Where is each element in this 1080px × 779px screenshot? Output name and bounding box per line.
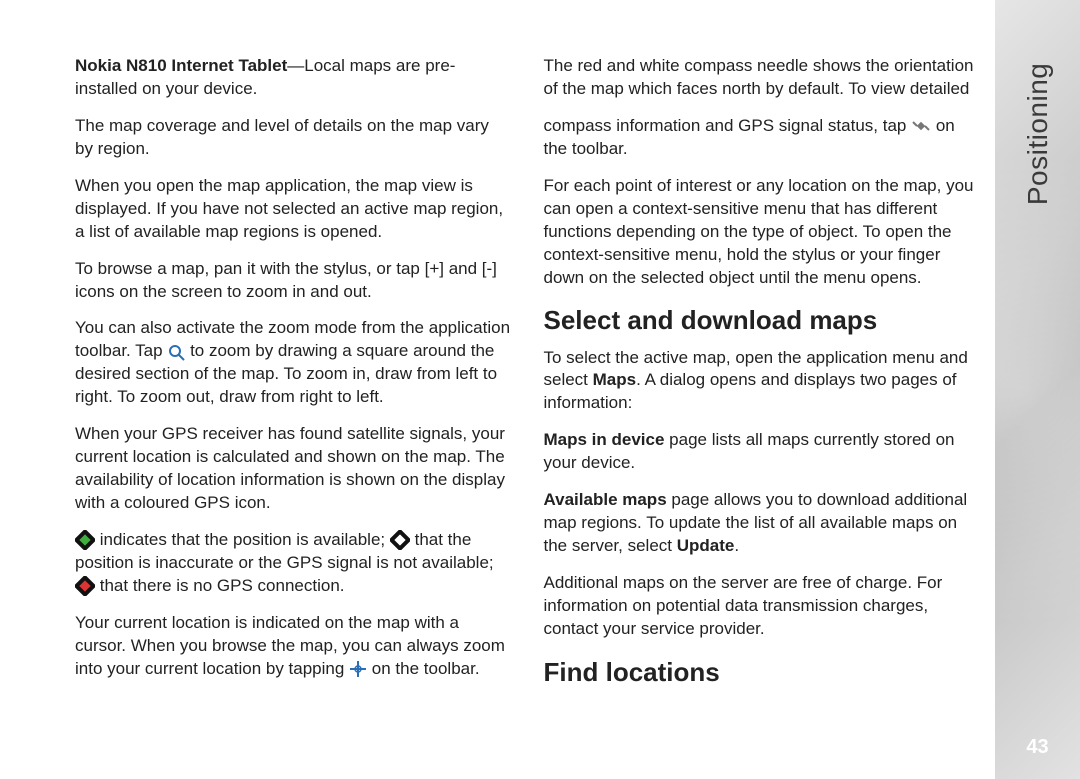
paragraph: When you open the map application, the m…	[75, 175, 512, 244]
paragraph: Additional maps on the server are free o…	[544, 572, 981, 641]
update-label: Update	[677, 536, 735, 555]
maps-in-device-label: Maps in device	[544, 430, 665, 449]
zoom-mode-icon	[167, 343, 185, 361]
paragraph: Your current location is indicated on th…	[75, 612, 512, 681]
heading-select-download-maps: Select and download maps	[544, 303, 981, 338]
paragraph: The red and white compass needle shows t…	[544, 55, 981, 101]
paragraph: To select the active map, open the appli…	[544, 347, 981, 416]
device-name: Nokia N810 Internet Tablet	[75, 56, 287, 75]
text: compass information and GPS signal statu…	[544, 116, 912, 135]
page-number: 43	[1026, 734, 1048, 761]
text: that there is no GPS connection.	[100, 576, 345, 595]
text: on the toolbar.	[372, 659, 480, 678]
body-text: Nokia N810 Internet Tablet—Local maps ar…	[75, 55, 980, 705]
paragraph: indicates that the position is available…	[75, 529, 512, 598]
text: indicates that the position is available…	[100, 530, 390, 549]
menu-maps: Maps	[593, 370, 636, 389]
paragraph: When your GPS receiver has found satelli…	[75, 423, 512, 515]
available-maps-label: Available maps	[544, 490, 667, 509]
paragraph: compass information and GPS signal statu…	[544, 115, 981, 161]
paragraph: For each point of interest or any locati…	[544, 175, 981, 290]
text: .	[734, 536, 739, 555]
page: Nokia N810 Internet Tablet—Local maps ar…	[0, 0, 1080, 779]
satellite-icon	[911, 118, 931, 134]
side-tab: Positioning 43	[995, 0, 1080, 779]
paragraph: You can also activate the zoom mode from…	[75, 317, 512, 409]
paragraph: Maps in device page lists all maps curre…	[544, 429, 981, 475]
section-label: Positioning	[1019, 63, 1057, 205]
paragraph: Available maps page allows you to downlo…	[544, 489, 981, 558]
locate-me-icon	[349, 660, 367, 678]
gps-none-icon	[75, 576, 95, 596]
paragraph: The map coverage and level of details on…	[75, 115, 512, 161]
paragraph: Nokia N810 Internet Tablet—Local maps ar…	[75, 55, 512, 101]
paragraph: To browse a map, pan it with the stylus,…	[75, 258, 512, 304]
gps-available-icon	[75, 530, 95, 550]
heading-find-locations: Find locations	[544, 655, 981, 690]
gps-inaccurate-icon	[390, 530, 410, 550]
